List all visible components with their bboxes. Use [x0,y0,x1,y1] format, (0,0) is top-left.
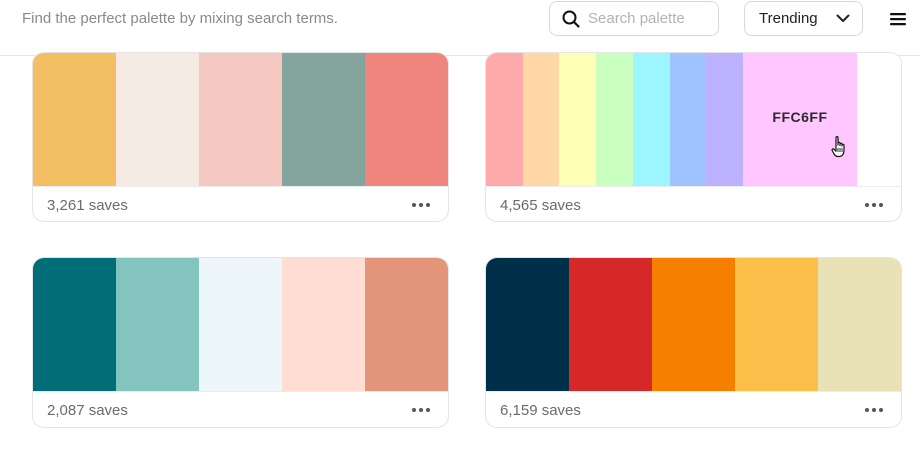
color-swatch[interactable] [33,53,116,186]
saves-count: 4,565 saves [500,196,581,214]
more-options-button[interactable] [861,404,887,416]
color-swatch[interactable] [282,53,365,186]
hex-code-label[interactable]: FFC6FF [772,109,827,125]
top-bar: Find the perfect palette by mixing searc… [0,0,920,56]
color-swatch[interactable] [33,258,116,391]
saves-count: 6,159 saves [500,401,581,419]
color-swatch[interactable] [365,258,448,391]
hamburger-menu-icon [890,13,906,26]
sort-selected-label: Trending [759,10,818,27]
search-input[interactable] [588,10,708,27]
color-swatch[interactable] [569,258,652,391]
hand-pointer-cursor-icon [831,136,845,158]
color-swatch[interactable] [486,258,569,391]
color-swatch[interactable] [486,53,523,186]
color-swatch[interactable] [365,53,448,186]
search-box[interactable] [549,1,719,36]
palette-card[interactable]: FFC6FF 4,565 saves [485,52,902,222]
palette-footer: 4,565 saves [486,186,901,221]
tagline: Find the perfect palette by mixing searc… [22,10,338,27]
color-swatch[interactable] [116,53,199,186]
palette-swatches [33,53,448,186]
search-icon [562,10,580,28]
more-options-button[interactable] [861,199,887,211]
color-swatch[interactable] [706,53,744,186]
palette-swatches: FFC6FF [486,53,901,186]
saves-count: 2,087 saves [47,401,128,419]
color-swatch[interactable] [596,53,633,186]
saves-count: 3,261 saves [47,196,128,214]
color-swatch[interactable] [735,258,818,391]
color-swatch[interactable] [559,53,597,186]
sort-dropdown[interactable]: Trending [744,1,863,36]
color-swatch[interactable] [652,258,735,391]
palette-card[interactable]: 6,159 saves [485,257,902,428]
color-swatch[interactable] [199,258,282,391]
palette-footer: 6,159 saves [486,391,901,427]
more-options-button[interactable] [408,199,434,211]
color-swatch[interactable] [199,53,282,186]
palette-swatches [486,258,901,391]
more-dots-icon [412,408,416,412]
color-swatch[interactable] [116,258,199,391]
palette-footer: 2,087 saves [33,391,448,427]
palette-card[interactable]: 2,087 saves [32,257,449,428]
color-swatch[interactable] [856,53,901,186]
color-swatch[interactable] [669,53,707,186]
color-swatch[interactable] [282,258,365,391]
more-dots-icon [865,408,869,412]
color-swatch[interactable] [522,53,560,186]
color-swatch-hovered[interactable]: FFC6FF [743,53,857,186]
chevron-down-icon [836,14,850,22]
color-swatch[interactable] [632,53,670,186]
palette-swatches [33,258,448,391]
palette-footer: 3,261 saves [33,186,448,221]
color-swatch[interactable] [818,258,901,391]
hamburger-menu-button[interactable] [886,8,910,30]
more-options-button[interactable] [408,404,434,416]
more-dots-icon [865,203,869,207]
more-dots-icon [412,203,416,207]
palette-card[interactable]: 3,261 saves [32,52,449,222]
